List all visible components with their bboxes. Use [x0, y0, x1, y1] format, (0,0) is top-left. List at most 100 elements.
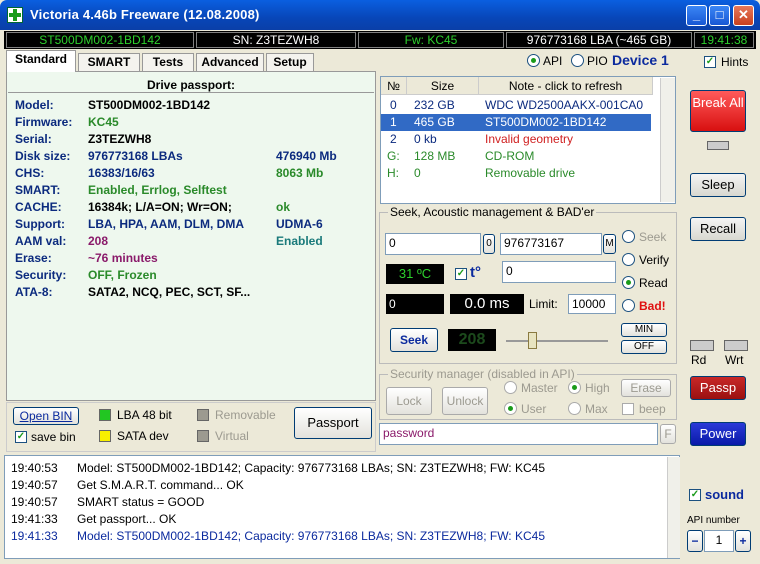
- api-radio[interactable]: [527, 54, 540, 67]
- passport-value: Z3TEZWH8: [88, 132, 152, 146]
- max-label: Max: [585, 402, 608, 416]
- unlock-button[interactable]: Unlock: [442, 387, 488, 415]
- save-bin-checkbox[interactable]: ✓: [15, 431, 27, 443]
- temperature-field[interactable]: 0: [502, 261, 616, 283]
- log-scrollbar[interactable]: [667, 457, 680, 558]
- user-radio[interactable]: [504, 402, 517, 415]
- temperature-display: 31 ºC: [386, 264, 444, 284]
- seek-button[interactable]: Seek: [390, 328, 438, 352]
- lba-cell: 976773168 LBA (~465 GB): [506, 32, 692, 48]
- clock-cell: 19:41:38: [694, 32, 754, 48]
- pio-radio[interactable]: [571, 54, 584, 67]
- seek-radio[interactable]: [622, 230, 635, 243]
- passport-label: Firmware:: [15, 115, 73, 129]
- passp-button[interactable]: Passp: [690, 376, 746, 400]
- high-label: High: [585, 381, 610, 395]
- limit-field[interactable]: 10000: [568, 294, 616, 314]
- aam-off-button[interactable]: OFF: [621, 340, 667, 354]
- drive-row[interactable]: 0 232 GB WDC WD2500AAKX-001CA0: [381, 97, 651, 114]
- col-header-number[interactable]: №: [381, 77, 407, 95]
- hints-label: Hints: [721, 55, 749, 69]
- tab-setup[interactable]: Setup: [266, 53, 314, 71]
- break-indicator: [707, 141, 729, 150]
- passport-value: OFF, Frozen: [88, 268, 157, 282]
- aam-slider-thumb[interactable]: [528, 332, 537, 349]
- sound-checkbox[interactable]: ✓: [689, 489, 701, 501]
- start-lba-field[interactable]: 0: [385, 233, 481, 255]
- drive-row-selected[interactable]: 1 465 GB ST500DM002-1BD142: [381, 114, 651, 131]
- drive-number: 1: [390, 115, 397, 129]
- drive-info-bar: ST500DM002-1BD142 SN: Z3TEZWH8 Fw: KC45 …: [4, 31, 756, 49]
- recall-button[interactable]: Recall: [690, 217, 746, 241]
- log-entry: 19:40:57 Get S.M.A.R.T. command... OK: [11, 477, 651, 494]
- temperature-checkbox[interactable]: ✓: [455, 268, 467, 280]
- beep-checkbox[interactable]: [622, 403, 634, 415]
- aam-min-button[interactable]: MIN: [621, 323, 667, 337]
- tab-advanced[interactable]: Advanced: [196, 53, 264, 71]
- log-entry: 19:40:53 Model: ST500DM002-1BD142; Capaci…: [11, 460, 651, 477]
- drive-note: Invalid geometry: [485, 132, 574, 146]
- erase-button[interactable]: Erase: [621, 379, 671, 397]
- drive-size: 232 GB: [414, 98, 455, 112]
- passport-button[interactable]: Passport: [294, 407, 372, 439]
- col-header-size[interactable]: Size: [407, 77, 479, 95]
- read-radio[interactable]: [622, 276, 635, 289]
- position-display: 0: [386, 294, 444, 314]
- log-message: Get S.M.A.R.T. command... OK: [77, 478, 244, 492]
- lock-button[interactable]: Lock: [386, 387, 432, 415]
- device-label[interactable]: Device 1: [612, 52, 669, 68]
- drive-passport-panel: Drive passport: Model: ST500DM002-1BD142…: [6, 71, 376, 401]
- api-number-minus-button[interactable]: −: [687, 530, 703, 552]
- api-number-label: API number: [687, 515, 740, 526]
- api-number-plus-button[interactable]: +: [735, 530, 751, 552]
- drive-row[interactable]: G: 128 MB CD-ROM: [381, 148, 651, 165]
- passport-label: Erase:: [15, 251, 52, 265]
- log-message: Model: ST500DM002-1BD142; Capacity: 9767…: [77, 529, 545, 543]
- hints-checkbox[interactable]: ✓: [704, 56, 716, 68]
- password-f-button[interactable]: F: [660, 424, 676, 444]
- drive-row[interactable]: H: 0 Removable drive: [381, 165, 651, 182]
- log-entry: 19:41:33 Model: ST500DM002-1BD142; Capaci…: [11, 528, 651, 545]
- high-radio[interactable]: [568, 381, 581, 394]
- close-button[interactable]: ✕: [733, 5, 754, 26]
- aam-slider-track[interactable]: [506, 340, 608, 342]
- drive-note: WDC WD2500AAKX-001CA0: [485, 98, 644, 112]
- write-indicator: [724, 340, 748, 351]
- power-button[interactable]: Power: [690, 422, 746, 446]
- start-lba-button[interactable]: 0: [483, 234, 495, 254]
- sleep-button[interactable]: Sleep: [690, 173, 746, 197]
- maximize-button[interactable]: □: [709, 5, 730, 26]
- api-number-field[interactable]: 1: [704, 530, 734, 552]
- passport-label: Support:: [15, 217, 65, 231]
- drive-list-scrollbar[interactable]: [660, 78, 675, 202]
- open-bin-button[interactable]: Open BIN: [13, 407, 79, 425]
- beep-label: beep: [639, 402, 666, 416]
- log-panel[interactable]: 19:40:53 Model: ST500DM002-1BD142; Capaci…: [4, 455, 680, 559]
- tab-tests[interactable]: Tests: [142, 53, 194, 71]
- passport-rows: Model: ST500DM002-1BD142 Firmware: KC45 …: [7, 94, 375, 400]
- drive-row[interactable]: 2 0 kb Invalid geometry: [381, 131, 651, 148]
- tab-standard[interactable]: Standard: [6, 50, 76, 72]
- log-time: 19:40:57: [11, 495, 58, 509]
- break-all-button[interactable]: Break All: [690, 90, 746, 132]
- seek-panel: Seek, Acoustic management & BAD'er 0 0 9…: [379, 205, 677, 364]
- max-radio[interactable]: [568, 402, 581, 415]
- bad-radio[interactable]: [622, 299, 635, 312]
- master-radio[interactable]: [504, 381, 517, 394]
- col-header-note[interactable]: Note - click to refresh: [479, 77, 653, 95]
- pio-label: PIO: [587, 54, 608, 68]
- api-label: API: [543, 54, 563, 68]
- removable-indicator: [197, 409, 209, 421]
- limit-label: Limit:: [529, 297, 558, 311]
- passport-value: LBA, HPA, AAM, DLM, DMA: [88, 217, 244, 231]
- passport-label: Disk size:: [15, 149, 71, 163]
- end-lba-button[interactable]: M: [603, 234, 616, 254]
- passport-label: CHS:: [15, 166, 45, 180]
- minimize-button[interactable]: _: [686, 5, 707, 26]
- tab-smart[interactable]: SMART: [78, 53, 140, 71]
- verify-radio[interactable]: [622, 253, 635, 266]
- password-field[interactable]: password: [379, 423, 658, 445]
- log-time: 19:40:57: [11, 478, 58, 492]
- passport-value-secondary: Enabled: [276, 234, 323, 248]
- end-lba-field[interactable]: 976773167: [500, 233, 602, 255]
